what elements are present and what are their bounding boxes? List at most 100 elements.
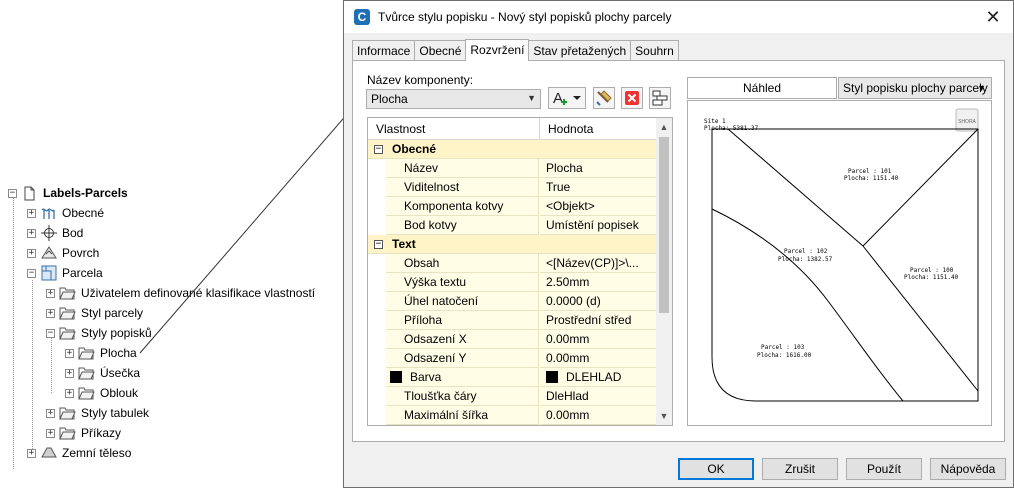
cancel-button[interactable]: Zrušit <box>762 458 838 480</box>
expand-toggle[interactable]: + <box>65 348 74 358</box>
vertical-scrollbar[interactable]: ▲ ▼ <box>656 118 672 425</box>
tree-item-label: Bod <box>62 226 84 240</box>
preview-text-parcel-102: Parcel : 102 <box>784 248 828 255</box>
tab-souhrn[interactable]: Souhrn <box>630 40 679 61</box>
expand-toggle[interactable]: + <box>27 248 36 258</box>
category-text[interactable]: Text − <box>368 235 656 254</box>
tree-item-styly-tabulek[interactable]: + Styly tabulek <box>46 403 149 423</box>
expand-toggle[interactable]: + <box>27 228 36 238</box>
property-value[interactable]: DLEHLAD <box>540 368 656 387</box>
expand-toggle[interactable]: + <box>65 388 74 398</box>
folder-icon <box>78 346 95 361</box>
close-icon[interactable]: ✕ <box>979 3 1007 31</box>
tree-item-obecne[interactable]: + Obecné <box>27 203 104 223</box>
property-value[interactable]: 0.0000 (d) <box>540 292 656 311</box>
general-icon <box>40 206 57 221</box>
property-name: Bod kotvy <box>386 216 539 235</box>
property-row[interactable]: Obsah <[Název(CP)]>\... <box>368 254 656 273</box>
parcel-line <box>711 208 904 402</box>
preview-style-select[interactable]: Styl popisku plochy parcely ▼ <box>838 77 992 99</box>
property-row[interactable]: Výška textu 2.50mm <box>368 273 656 292</box>
collapse-toggle[interactable]: − <box>46 328 55 338</box>
collapse-toggle[interactable]: − <box>374 240 383 249</box>
expand-toggle[interactable]: + <box>27 448 36 458</box>
component-name-label: Název komponenty: <box>367 73 474 87</box>
tab-obecne[interactable]: Obecné <box>414 40 467 61</box>
delete-component-button[interactable] <box>621 87 643 109</box>
category-obecne[interactable]: Obecné − <box>368 140 656 159</box>
add-text-component-icon: A <box>553 90 581 107</box>
tree-item-plocha[interactable]: + Plocha <box>65 343 137 363</box>
property-row[interactable]: Příloha Prostřední střed <box>368 311 656 330</box>
property-row[interactable]: Bod kotvy Umístění popisek <box>368 216 656 235</box>
property-value[interactable]: True <box>540 178 656 197</box>
tree-item-classifications[interactable]: + Uživatelem definované klasifikace vlas… <box>46 283 315 303</box>
property-value[interactable]: 0.00mm <box>540 349 656 368</box>
tree-guide <box>32 280 33 453</box>
tree-item-parcela[interactable]: − Parcela <box>27 263 103 283</box>
document-icon <box>21 186 38 201</box>
property-row[interactable]: Název Plocha <box>368 159 656 178</box>
ok-button[interactable]: OK <box>678 458 754 480</box>
property-value[interactable]: Prostřední střed <box>540 311 656 330</box>
add-component-button[interactable]: A <box>548 87 586 109</box>
property-grid: Vlastnost Hodnota Obecné − Název Plocha … <box>367 117 673 426</box>
property-value[interactable]: DleHlad <box>540 387 656 406</box>
tree-item-bod[interactable]: + Bod <box>27 223 83 243</box>
preview-text-parcel-100: Parcel : 100 <box>910 267 954 274</box>
help-button[interactable]: Nápověda <box>930 458 1006 480</box>
expand-toggle[interactable]: + <box>46 408 55 418</box>
title-bar[interactable]: C Tvůrce stylu popisku - Nový styl popis… <box>344 1 1013 33</box>
property-name: Odsazení Y <box>386 349 539 368</box>
scroll-thumb[interactable] <box>659 137 669 313</box>
component-order-button[interactable] <box>649 87 671 109</box>
component-name-select[interactable]: Plocha ▼ <box>366 89 541 109</box>
tree-item-label: Styly tabulek <box>81 406 150 420</box>
tree-root[interactable]: − Labels-Parcels <box>8 183 128 203</box>
expand-toggle[interactable]: + <box>46 428 55 438</box>
category-label: Obecné <box>368 140 656 159</box>
property-row[interactable]: Komponenta kotvy <Objekt> <box>368 197 656 216</box>
property-row[interactable]: Viditelnost True <box>368 178 656 197</box>
property-value[interactable]: 0.00mm <box>540 330 656 349</box>
category-label: Text <box>368 235 656 254</box>
property-value[interactable]: 0.00mm <box>540 406 656 425</box>
scroll-down-icon[interactable]: ▼ <box>656 408 672 424</box>
expand-toggle[interactable]: + <box>46 308 55 318</box>
property-row[interactable]: Odsazení Y 0.00mm <box>368 349 656 368</box>
tree-item-oblouk[interactable]: + Oblouk <box>65 383 138 403</box>
property-value[interactable]: Plocha <box>540 159 656 178</box>
property-row[interactable]: Odsazení X 0.00mm <box>368 330 656 349</box>
tree-item-povrch[interactable]: + Povrch <box>27 243 99 263</box>
preview-pane[interactable]: SHORA Site 1 Plocha: 5381.37 Parcel : 10… <box>687 100 992 426</box>
tree-item-usecka[interactable]: + Úsečka <box>65 363 140 383</box>
collapse-toggle[interactable]: − <box>8 188 17 198</box>
property-row[interactable]: Maximální šířka 0.00mm <box>368 406 656 425</box>
expand-toggle[interactable]: + <box>46 288 55 298</box>
property-row[interactable]: Úhel natočení 0.0000 (d) <box>368 292 656 311</box>
collapse-toggle[interactable]: − <box>374 145 383 154</box>
expand-toggle[interactable]: + <box>65 368 74 378</box>
preview-drawing: SHORA Site 1 Plocha: 5381.37 Parcel : 10… <box>704 108 979 402</box>
tab-stav-pretazenych[interactable]: Stav přetažených <box>528 40 632 61</box>
property-row-color[interactable]: Barva DLEHLAD <box>368 368 656 387</box>
preview-text-parcel-103: Parcel : 103 <box>761 344 805 351</box>
point-icon <box>40 225 57 241</box>
property-value[interactable]: 2.50mm <box>540 273 656 292</box>
tree-item-styl-parcely[interactable]: + Styl parcely <box>46 303 143 323</box>
property-row[interactable]: Tloušťka čáry DleHlad <box>368 387 656 406</box>
tree-item-zemni-teleso[interactable]: + Zemní těleso <box>27 443 131 463</box>
copy-component-button[interactable] <box>593 87 615 109</box>
expand-toggle[interactable]: + <box>27 208 36 218</box>
property-value[interactable]: <Objekt> <box>540 197 656 216</box>
tab-rozvrzeni[interactable]: Rozvržení <box>465 39 530 61</box>
property-value[interactable]: <[Název(CP)]>\... <box>540 254 656 273</box>
property-name: Odsazení X <box>386 330 539 349</box>
property-value[interactable]: Umístění popisek <box>540 216 656 235</box>
tab-informace[interactable]: Informace <box>352 40 416 61</box>
collapse-toggle[interactable]: − <box>27 268 36 278</box>
apply-button[interactable]: Použít <box>846 458 922 480</box>
tree-item-styly-popisku[interactable]: − Styly popisků <box>46 323 152 343</box>
scroll-up-icon[interactable]: ▲ <box>656 119 672 135</box>
tree-item-prikazy[interactable]: + Příkazy <box>46 423 121 443</box>
